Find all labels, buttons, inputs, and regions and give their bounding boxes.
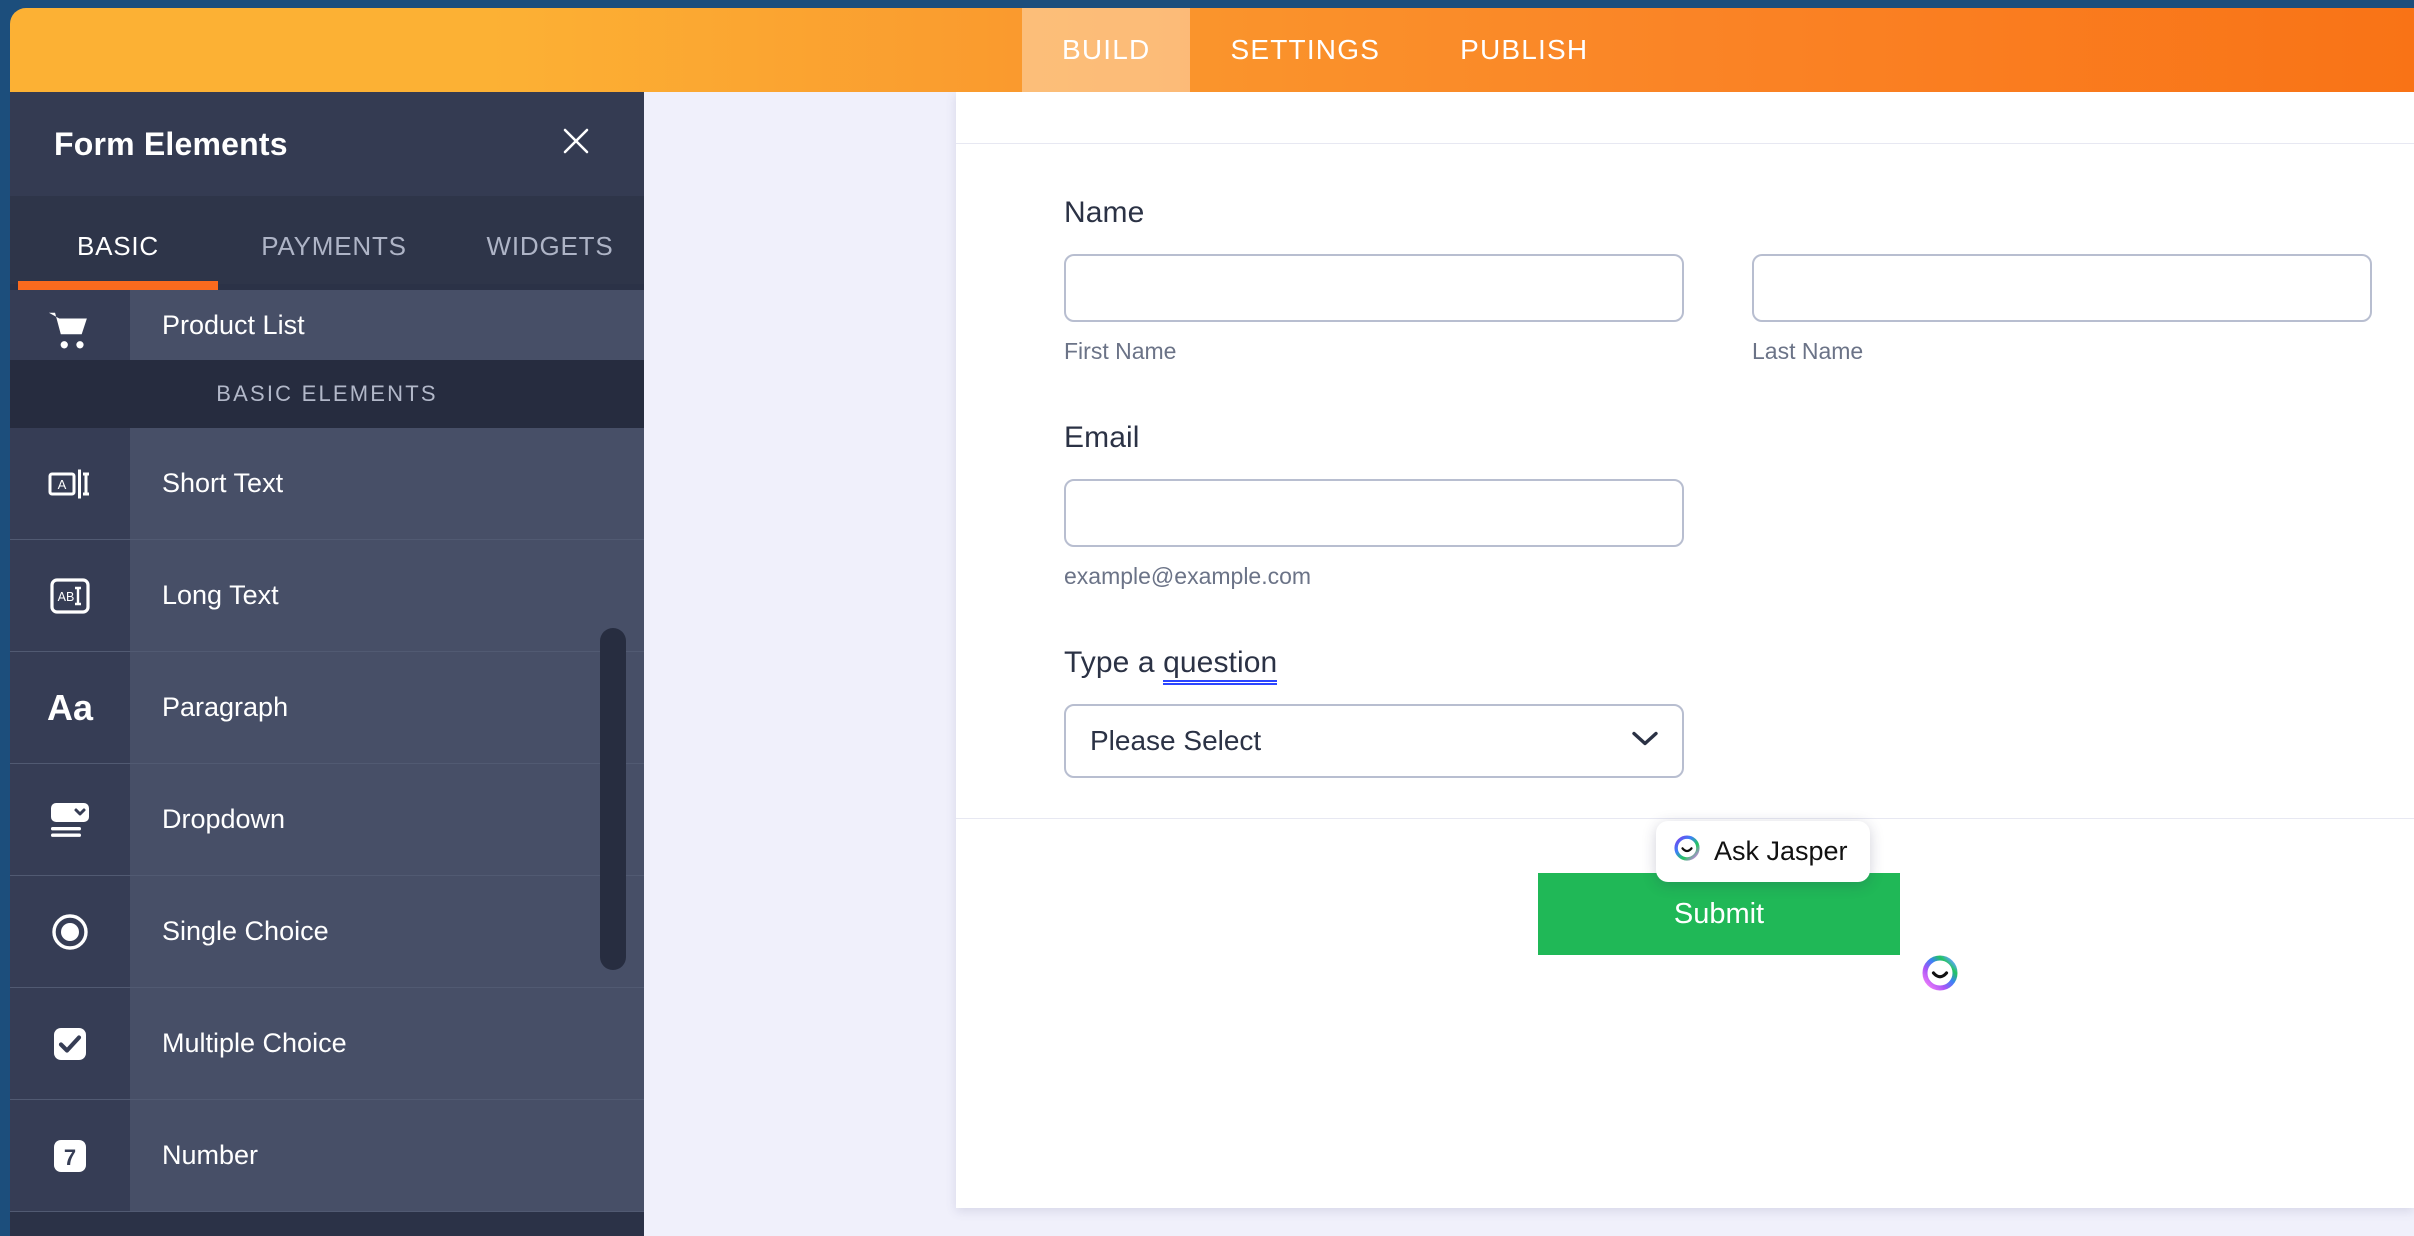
first-name-input[interactable] — [1064, 254, 1684, 322]
question-select-wrapper: Please Select — [1064, 704, 1684, 778]
list-item-label: Number — [162, 1140, 259, 1170]
topnav-tab-build[interactable]: BUILD — [1022, 8, 1191, 92]
last-name-group: Last Name — [1752, 254, 2372, 365]
submit-area: Ask Jasper Submit — [956, 819, 2414, 1051]
list-item-label: Single Choice — [162, 916, 329, 946]
svg-text:7: 7 — [64, 1145, 76, 1170]
list-item-label: Multiple Choice — [162, 1028, 347, 1058]
elements-list: Product List BASIC ELEMENTS A Short Text — [10, 290, 644, 1236]
field-name: Name First Name Last Name — [1064, 196, 2414, 365]
list-item-label: Paragraph — [162, 692, 289, 722]
question-select-value: Please Select — [1090, 725, 1262, 756]
first-name-group: First Name — [1064, 254, 1684, 365]
topnav-tab-publish[interactable]: PUBLISH — [1420, 8, 1628, 92]
form-canvas: Name First Name Last Name Email example@… — [644, 92, 2414, 1236]
topbar-left-spacer — [10, 8, 1022, 92]
email-sublabel: example@example.com — [1064, 563, 1312, 589]
list-item-number[interactable]: 7 Number — [10, 1100, 644, 1212]
form-body: Name First Name Last Name Email example@… — [956, 144, 2414, 778]
list-item-paragraph[interactable]: Aa Paragraph — [10, 652, 644, 764]
field-label-email: Email — [1064, 421, 1140, 454]
field-email: Email example@example.com — [1064, 421, 2414, 590]
question-label-highlight[interactable]: question — [1163, 646, 1278, 685]
question-select[interactable]: Please Select — [1064, 704, 1684, 778]
list-item-dropdown[interactable]: Dropdown — [10, 764, 644, 876]
svg-text:A: A — [58, 477, 67, 492]
panel-header: Form Elements — [10, 92, 644, 196]
number-icon: 7 — [10, 1100, 130, 1211]
short-text-icon: A — [10, 428, 130, 539]
submit-button[interactable]: Submit — [1538, 873, 1900, 955]
list-item-long-text[interactable]: AB Long Text — [10, 540, 644, 652]
checkbox-icon — [10, 988, 130, 1099]
last-name-sublabel: Last Name — [1752, 338, 1864, 364]
panel-title: Form Elements — [54, 125, 288, 162]
tab-basic[interactable]: BASIC — [10, 231, 226, 290]
svg-text:AB: AB — [58, 590, 75, 604]
radio-button-icon — [10, 876, 130, 987]
first-name-sublabel: First Name — [1064, 338, 1177, 364]
tab-widgets[interactable]: WIDGETS — [442, 231, 644, 284]
form-card: Name First Name Last Name Email example@… — [956, 92, 2414, 1208]
list-item-short-text[interactable]: A Short Text — [10, 428, 644, 540]
app-window: BUILD SETTINGS PUBLISH Form Elements BAS… — [0, 0, 2414, 1236]
jasper-avatar-icon-badge[interactable] — [1918, 951, 1962, 995]
long-text-icon: AB — [10, 540, 130, 651]
question-label-prefix: Type a — [1064, 646, 1164, 679]
topnav-tab-settings[interactable]: SETTINGS — [1190, 8, 1420, 92]
ask-jasper-label: Ask Jasper — [1714, 836, 1848, 866]
list-item-label: Dropdown — [162, 804, 286, 834]
jasper-avatar-icon — [1672, 833, 1702, 870]
close-icon[interactable] — [552, 121, 600, 167]
name-inputs-row: First Name Last Name — [1064, 254, 2414, 365]
panel-scrollbar-thumb[interactable] — [600, 628, 626, 970]
list-item-multiple-choice[interactable]: Multiple Choice — [10, 988, 644, 1100]
paragraph-icon: Aa — [10, 652, 130, 763]
section-heading-basic-elements: BASIC ELEMENTS — [10, 360, 644, 428]
list-item-product-list[interactable]: Product List — [10, 290, 644, 360]
form-elements-panel: Form Elements BASIC PAYMENTS WIDGETS Pro… — [10, 92, 644, 1236]
list-item-label: Long Text — [162, 580, 279, 610]
panel-tabs: BASIC PAYMENTS WIDGETS — [10, 196, 644, 290]
list-item-label: Product List — [162, 309, 305, 340]
tab-payments[interactable]: PAYMENTS — [226, 231, 442, 284]
list-item-label: Short Text — [162, 468, 284, 498]
field-question: Type a question Please Select — [1064, 646, 2414, 778]
ask-jasper-tooltip[interactable]: Ask Jasper — [1656, 821, 1870, 882]
field-label-name: Name — [1064, 196, 1145, 229]
shopping-cart-icon — [10, 290, 130, 360]
top-navigation-bar: BUILD SETTINGS PUBLISH — [10, 8, 2414, 92]
card-top-padding — [956, 92, 2414, 143]
list-item-single-choice[interactable]: Single Choice — [10, 876, 644, 988]
email-input[interactable] — [1064, 479, 1684, 547]
last-name-input[interactable] — [1752, 254, 2372, 322]
field-label-question: Type a question — [1064, 646, 2414, 685]
dropdown-icon — [10, 764, 130, 875]
